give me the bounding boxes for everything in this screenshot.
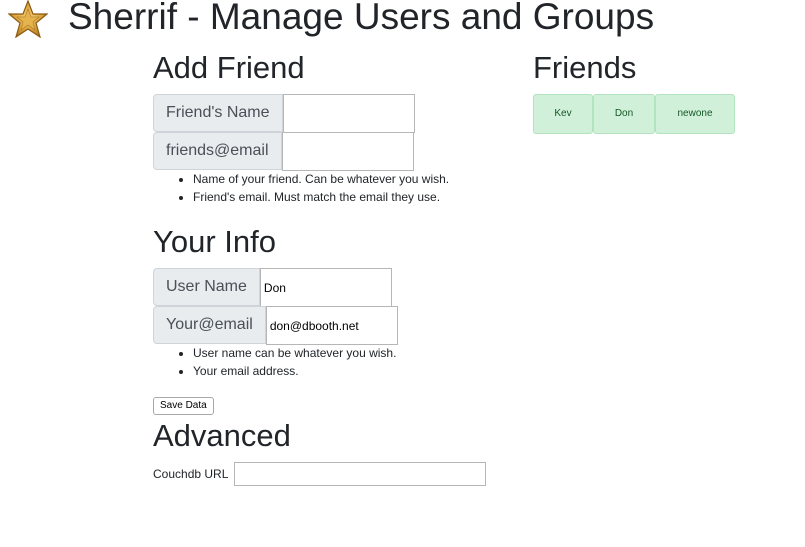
list-item: Your email address. <box>193 362 396 380</box>
couchdb-url-input[interactable] <box>234 462 486 486</box>
your-info-heading: Your Info <box>153 224 276 259</box>
list-item: Friend's email. Must match the email the… <box>193 188 449 206</box>
add-friend-hints: Name of your friend. Can be whatever you… <box>153 170 449 206</box>
couchdb-url-label: Couchdb URL <box>153 467 229 481</box>
your-email-label: Your@email <box>153 306 266 344</box>
your-email-input[interactable] <box>265 306 398 345</box>
friends-list: Kev Don newone <box>533 94 735 134</box>
friend-name-input[interactable] <box>282 94 415 133</box>
friends-heading: Friends <box>533 50 637 85</box>
friend-chip-kev[interactable]: Kev <box>533 94 593 134</box>
username-input[interactable] <box>259 268 392 307</box>
friend-name-group: Friend's Name <box>153 94 415 133</box>
your-info-hints: User name can be whatever you wish. Your… <box>153 344 396 380</box>
username-label: User Name <box>153 268 260 306</box>
friend-chip-don[interactable]: Don <box>593 94 655 134</box>
page-title: Sherrif - Manage Users and Groups <box>68 0 655 37</box>
list-item: User name can be whatever you wish. <box>193 344 396 362</box>
sheriff-star-icon <box>8 0 48 38</box>
friend-chip-newone[interactable]: newone <box>655 94 735 134</box>
friend-email-input[interactable] <box>281 132 414 171</box>
add-friend-heading: Add Friend <box>153 50 305 85</box>
friend-name-label: Friend's Name <box>153 94 283 132</box>
username-group: User Name <box>153 268 392 307</box>
page: Sherrif - Manage Users and Groups Add Fr… <box>0 0 805 547</box>
list-item: Name of your friend. Can be whatever you… <box>193 170 449 188</box>
friend-email-label: friends@email <box>153 132 282 170</box>
friend-email-group: friends@email <box>153 132 414 171</box>
save-data-button[interactable]: Save Data <box>153 397 214 415</box>
your-email-group: Your@email <box>153 306 398 345</box>
advanced-heading: Advanced <box>153 418 291 453</box>
